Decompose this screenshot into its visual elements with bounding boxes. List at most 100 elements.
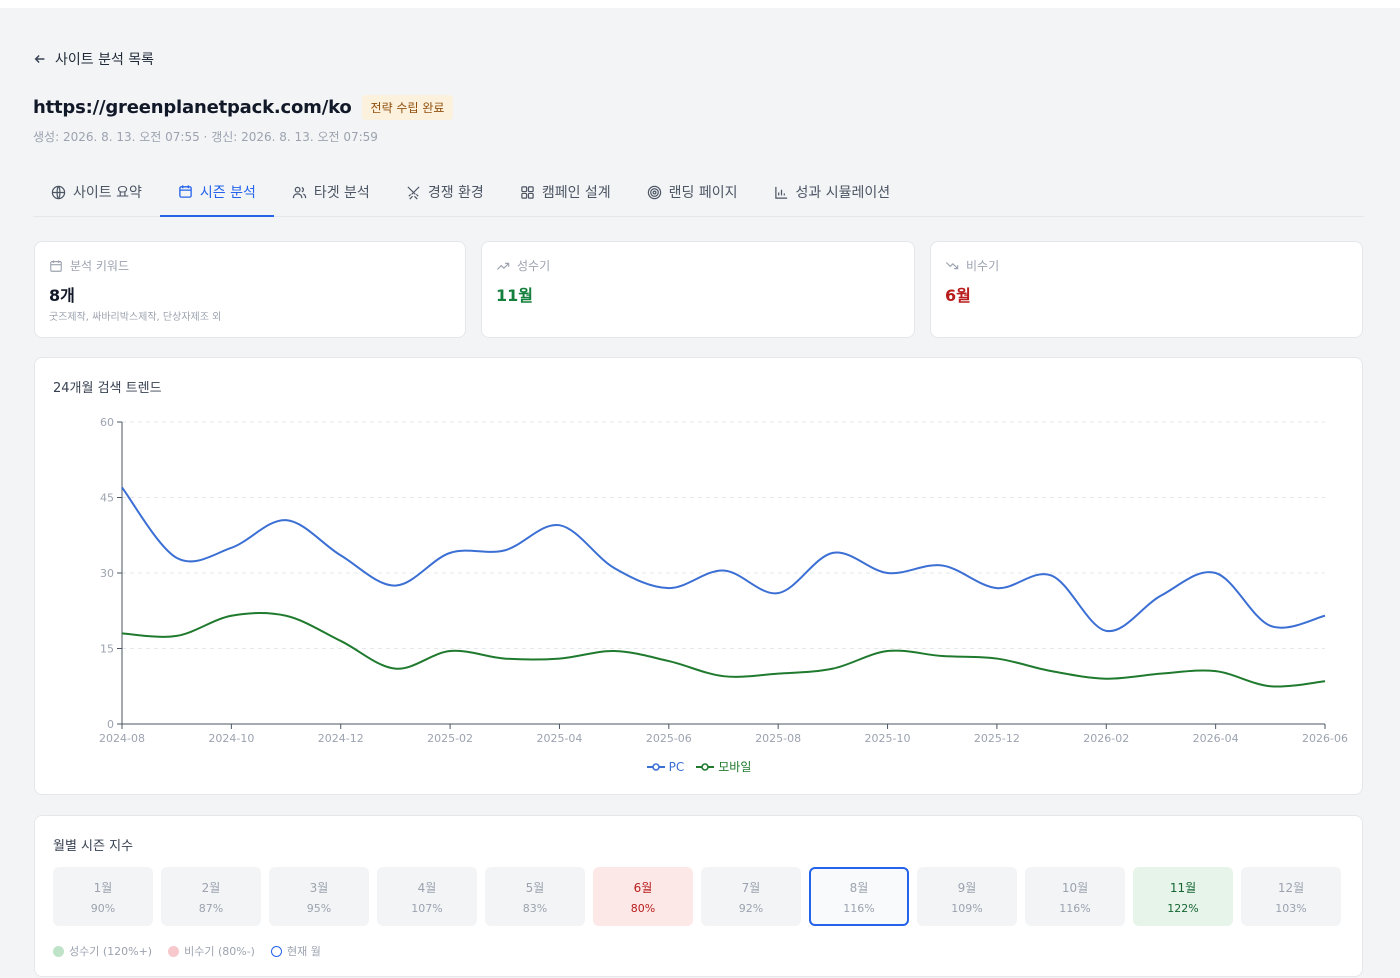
top-strip bbox=[0, 0, 1400, 8]
month-cell: 3월 95% bbox=[269, 867, 369, 926]
stat-card-keywords: 분석 키워드 8개 굿즈제작, 싸바리박스제작, 단상자제조 외 bbox=[34, 241, 466, 338]
stat-card-peak: 성수기 11월 bbox=[481, 241, 915, 338]
tab-label: 캠페인 설계 bbox=[541, 185, 611, 201]
series-line-pc bbox=[121, 486, 1326, 632]
grid-icon bbox=[521, 185, 534, 199]
legend-current: 현재 월 bbox=[270, 943, 321, 959]
trend-chart-card: 24개월 검색 트렌드 0 15 30 45 60 2024-08 2024-10 2024-… bbox=[34, 357, 1363, 795]
x-tick-label: 2026-04 bbox=[1193, 732, 1239, 745]
month-cell: 4월 107% bbox=[377, 867, 477, 926]
month-cell: 6월 80% bbox=[593, 867, 693, 926]
tab-label: 타겟 분석 bbox=[313, 185, 370, 201]
bar-chart-icon bbox=[774, 186, 787, 199]
stat-label: 비수기 bbox=[966, 259, 1000, 273]
month-label: 5월 bbox=[525, 880, 545, 895]
page-title: https://greenplanetpack.com/ko bbox=[33, 97, 352, 118]
tab-bar: 사이트 요약 시즌 분석 타겟 분석 경쟁 환경 캠페인 설계 랜딩 페이지 성… bbox=[33, 168, 1364, 217]
legend-label: PC bbox=[668, 759, 685, 774]
x-tick-label: 2026-02 bbox=[1083, 732, 1129, 745]
series-line-mobile bbox=[121, 611, 1326, 688]
month-index: 80% bbox=[630, 901, 656, 915]
month-index: 90% bbox=[90, 901, 116, 915]
month-index: 103% bbox=[1275, 901, 1307, 915]
keyword-list: 굿즈제작, 싸바리박스제작, 단상자제조 외 bbox=[49, 312, 222, 323]
back-link-label: 사이트 분석 목록 bbox=[55, 52, 155, 68]
tab-label: 시즌 분석 bbox=[199, 184, 256, 201]
tab-label: 경쟁 환경 bbox=[427, 185, 484, 201]
swords-icon bbox=[407, 185, 420, 199]
stat-label: 분석 키워드 bbox=[70, 259, 130, 273]
users-icon bbox=[292, 186, 307, 198]
legend-low: 비수기 (80%-) bbox=[168, 943, 255, 959]
month-label: 9월 bbox=[957, 880, 977, 895]
tab-label: 성과 시뮬레이션 bbox=[795, 185, 891, 201]
target-icon bbox=[647, 185, 661, 199]
month-label: 12월 bbox=[1277, 880, 1305, 895]
month-index: 83% bbox=[522, 901, 548, 915]
offpeak-month: 6월 bbox=[945, 286, 971, 305]
y-tick-label: 0 bbox=[107, 718, 114, 731]
trend-chart: 0 15 30 45 60 2024-08 2024-10 2024-12 2025-02 202… bbox=[99, 416, 1348, 745]
tab-performance-simulation[interactable]: 성과 시뮬레이션 bbox=[756, 168, 909, 216]
x-tick-label: 2025-12 bbox=[974, 732, 1020, 745]
month-label: 10월 bbox=[1061, 880, 1089, 895]
tab-label: 랜딩 페이지 bbox=[668, 185, 738, 201]
seasonal-index-title: 월별 시즌 지수 bbox=[53, 839, 134, 854]
chart-legend: PC 모바일 bbox=[35, 758, 1363, 775]
x-tick-label: 2025-08 bbox=[755, 732, 801, 745]
back-link[interactable]: 사이트 분석 목록 bbox=[33, 49, 154, 69]
legend-line-marker bbox=[696, 762, 715, 771]
month-label: 11월 bbox=[1169, 880, 1197, 895]
tab-competition[interactable]: 경쟁 환경 bbox=[388, 168, 502, 216]
month-cell: 5월 83% bbox=[485, 867, 585, 926]
legend-label: 모바일 bbox=[718, 760, 752, 774]
month-index: 116% bbox=[1059, 901, 1091, 915]
x-tick-label: 2024-12 bbox=[318, 732, 364, 745]
title-row: https://greenplanetpack.com/ko 전략 수립 완료 bbox=[33, 95, 454, 120]
stat-card-offpeak: 비수기 6월 bbox=[930, 241, 1363, 338]
tab-site-summary[interactable]: 사이트 요약 bbox=[33, 168, 160, 216]
timestamps: 생성: 2026. 8. 13. 오전 07:55 · 갱신: 2026. 8.… bbox=[33, 130, 378, 144]
tab-season-analysis[interactable]: 시즌 분석 bbox=[159, 168, 274, 217]
month-label: 2월 bbox=[201, 880, 221, 895]
month-label: 3월 bbox=[309, 880, 329, 895]
peak-month: 11월 bbox=[496, 286, 533, 305]
arrow-left-icon bbox=[34, 55, 45, 63]
tab-landing-page[interactable]: 랜딩 페이지 bbox=[629, 168, 756, 216]
x-tick-label: 2025-10 bbox=[865, 732, 911, 745]
status-badge: 전략 수립 완료 bbox=[361, 95, 454, 120]
tab-campaign-design[interactable]: 캠페인 설계 bbox=[502, 168, 629, 216]
x-tick-label: 2024-10 bbox=[208, 732, 254, 745]
x-tick-label: 2026-06 bbox=[1302, 732, 1348, 745]
x-tick-label: 2025-04 bbox=[536, 732, 582, 745]
x-tick-label: 2025-02 bbox=[427, 732, 473, 745]
month-cell: 7월 92% bbox=[701, 867, 801, 926]
keyword-count: 8개 bbox=[49, 286, 75, 305]
month-label: 4월 bbox=[417, 880, 437, 895]
month-label: 6월 bbox=[633, 880, 653, 895]
globe-icon bbox=[51, 185, 66, 199]
month-label: 7월 bbox=[741, 880, 761, 895]
month-index: 107% bbox=[411, 901, 443, 915]
legend-item-mobile[interactable]: 모바일 bbox=[696, 758, 751, 775]
calendar-icon bbox=[50, 259, 62, 272]
legend-high: 성수기 (120%+) bbox=[53, 943, 152, 959]
month-cell: 11월 122% bbox=[1133, 867, 1233, 926]
seasonal-index-card: 월별 시즌 지수 1월 90% 2월 87% 3월 95% 4월 107% 5월 83% 6월 80%… bbox=[34, 815, 1363, 977]
legend-line-marker bbox=[646, 762, 665, 771]
y-tick-label: 15 bbox=[100, 643, 114, 656]
y-tick-label: 60 bbox=[100, 416, 114, 429]
tab-label: 사이트 요약 bbox=[73, 185, 142, 201]
legend-item-pc[interactable]: PC bbox=[646, 758, 685, 775]
month-cell: 8월 116% bbox=[809, 867, 909, 926]
month-label: 1월 bbox=[93, 880, 113, 895]
trending-up-icon bbox=[496, 262, 510, 270]
stat-label: 성수기 bbox=[517, 259, 551, 273]
tab-target-analysis[interactable]: 타겟 분석 bbox=[274, 168, 388, 216]
month-cell: 10월 116% bbox=[1025, 867, 1125, 926]
month-index: 109% bbox=[951, 901, 983, 915]
month-index: 87% bbox=[198, 901, 224, 915]
y-tick-label: 30 bbox=[100, 567, 114, 580]
trending-down-icon bbox=[945, 261, 959, 269]
month-label: 8월 bbox=[849, 880, 869, 895]
